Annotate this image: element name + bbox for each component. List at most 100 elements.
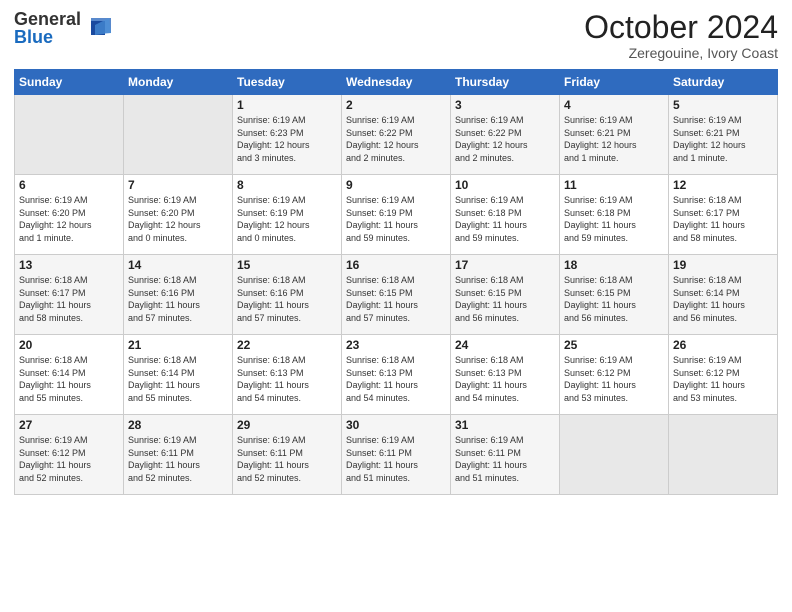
- day-number: 22: [237, 338, 337, 352]
- day-number: 3: [455, 98, 555, 112]
- calendar-cell: 23 Sunrise: 6:18 AM Sunset: 6:13 PM Dayli…: [342, 335, 451, 415]
- calendar-cell: 4 Sunrise: 6:19 AM Sunset: 6:21 PM Daylig…: [560, 95, 669, 175]
- day-number: 12: [673, 178, 773, 192]
- day-number: 4: [564, 98, 664, 112]
- day-info: Sunrise: 6:18 AM Sunset: 6:16 PM Dayligh…: [237, 274, 337, 324]
- day-info: Sunrise: 6:19 AM Sunset: 6:12 PM Dayligh…: [673, 354, 773, 404]
- day-number: 6: [19, 178, 119, 192]
- calendar-week-row: 6 Sunrise: 6:19 AM Sunset: 6:20 PM Daylig…: [15, 175, 778, 255]
- calendar-cell: 27 Sunrise: 6:19 AM Sunset: 6:12 PM Dayli…: [15, 415, 124, 495]
- day-info: Sunrise: 6:18 AM Sunset: 6:14 PM Dayligh…: [673, 274, 773, 324]
- day-info: Sunrise: 6:18 AM Sunset: 6:15 PM Dayligh…: [564, 274, 664, 324]
- calendar-cell: 25Sunrise: 6:19 AM Sunset: 6:12 PM Dayli…: [560, 335, 669, 415]
- calendar-cell: 24Sunrise: 6:18 AM Sunset: 6:13 PM Dayli…: [451, 335, 560, 415]
- day-number: 23: [346, 338, 446, 352]
- day-number: 31: [455, 418, 555, 432]
- day-info: Sunrise: 6:18 AM Sunset: 6:15 PM Dayligh…: [455, 274, 555, 324]
- calendar-cell: 17 Sunrise: 6:18 AM Sunset: 6:15 PM Dayli…: [451, 255, 560, 335]
- calendar-header-row: Sunday Monday Tuesday Wednesday Thursday…: [15, 70, 778, 95]
- day-number: 9: [346, 178, 446, 192]
- calendar-cell: 22 Sunrise: 6:18 AM Sunset: 6:13 PM Dayli…: [233, 335, 342, 415]
- calendar-cell: 15 Sunrise: 6:18 AM Sunset: 6:16 PM Dayli…: [233, 255, 342, 335]
- day-info: Sunrise: 6:19 AM Sunset: 6:19 PM Dayligh…: [237, 194, 337, 244]
- day-info: Sunrise: 6:19 AM Sunset: 6:19 PM Dayligh…: [346, 194, 446, 244]
- logo-general: General: [14, 10, 81, 28]
- day-info: Sunrise: 6:18 AM Sunset: 6:16 PM Dayligh…: [128, 274, 228, 324]
- day-info: Sunrise: 6:19 AM Sunset: 6:11 PM Dayligh…: [346, 434, 446, 484]
- day-info: Sunrise: 6:18 AM Sunset: 6:14 PM Dayligh…: [19, 354, 119, 404]
- day-number: 16: [346, 258, 446, 272]
- col-tuesday: Tuesday: [233, 70, 342, 95]
- day-info: Sunrise: 6:19 AM Sunset: 6:22 PM Dayligh…: [346, 114, 446, 164]
- calendar-cell: 26 Sunrise: 6:19 AM Sunset: 6:12 PM Dayli…: [669, 335, 778, 415]
- page: General Blue October 2024 Zeregouine, Iv…: [0, 0, 792, 612]
- calendar-week-row: 1 Sunrise: 6:19 AM Sunset: 6:23 PM Daylig…: [15, 95, 778, 175]
- calendar-cell: 6 Sunrise: 6:19 AM Sunset: 6:20 PM Daylig…: [15, 175, 124, 255]
- calendar-cell: [124, 95, 233, 175]
- month-title: October 2024: [584, 10, 778, 45]
- calendar-cell: 29 Sunrise: 6:19 AM Sunset: 6:11 PM Dayli…: [233, 415, 342, 495]
- day-number: 15: [237, 258, 337, 272]
- calendar-cell: [669, 415, 778, 495]
- day-number: 5: [673, 98, 773, 112]
- day-info: Sunrise: 6:19 AM Sunset: 6:12 PM Dayligh…: [19, 434, 119, 484]
- day-number: 10: [455, 178, 555, 192]
- calendar-cell: 18 Sunrise: 6:18 AM Sunset: 6:15 PM Dayli…: [560, 255, 669, 335]
- day-number: 14: [128, 258, 228, 272]
- day-info: Sunrise: 6:19 AM Sunset: 6:21 PM Dayligh…: [564, 114, 664, 164]
- day-info: Sunrise: 6:19 AM Sunset: 6:11 PM Dayligh…: [237, 434, 337, 484]
- day-info: Sunrise: 6:19 AM Sunset: 6:18 PM Dayligh…: [455, 194, 555, 244]
- day-number: 2: [346, 98, 446, 112]
- day-number: 21: [128, 338, 228, 352]
- calendar-week-row: 20Sunrise: 6:18 AM Sunset: 6:14 PM Dayli…: [15, 335, 778, 415]
- day-number: 28: [128, 418, 228, 432]
- calendar-cell: 30 Sunrise: 6:19 AM Sunset: 6:11 PM Dayli…: [342, 415, 451, 495]
- day-info: Sunrise: 6:19 AM Sunset: 6:11 PM Dayligh…: [455, 434, 555, 484]
- day-number: 26: [673, 338, 773, 352]
- calendar-cell: [560, 415, 669, 495]
- col-monday: Monday: [124, 70, 233, 95]
- logo-blue: Blue: [14, 28, 81, 46]
- calendar-cell: 8 Sunrise: 6:19 AM Sunset: 6:19 PM Daylig…: [233, 175, 342, 255]
- calendar-cell: 1 Sunrise: 6:19 AM Sunset: 6:23 PM Daylig…: [233, 95, 342, 175]
- day-number: 7: [128, 178, 228, 192]
- day-info: Sunrise: 6:19 AM Sunset: 6:18 PM Dayligh…: [564, 194, 664, 244]
- calendar-cell: 7 Sunrise: 6:19 AM Sunset: 6:20 PM Daylig…: [124, 175, 233, 255]
- calendar-table: Sunday Monday Tuesday Wednesday Thursday…: [14, 69, 778, 495]
- day-number: 1: [237, 98, 337, 112]
- title-block: October 2024 Zeregouine, Ivory Coast: [584, 10, 778, 61]
- header: General Blue October 2024 Zeregouine, Iv…: [14, 10, 778, 61]
- calendar-cell: 19Sunrise: 6:18 AM Sunset: 6:14 PM Dayli…: [669, 255, 778, 335]
- location: Zeregouine, Ivory Coast: [584, 45, 778, 61]
- day-info: Sunrise: 6:19 AM Sunset: 6:20 PM Dayligh…: [128, 194, 228, 244]
- calendar-cell: 9 Sunrise: 6:19 AM Sunset: 6:19 PM Daylig…: [342, 175, 451, 255]
- col-wednesday: Wednesday: [342, 70, 451, 95]
- day-info: Sunrise: 6:18 AM Sunset: 6:14 PM Dayligh…: [128, 354, 228, 404]
- day-info: Sunrise: 6:19 AM Sunset: 6:23 PM Dayligh…: [237, 114, 337, 164]
- day-info: Sunrise: 6:18 AM Sunset: 6:17 PM Dayligh…: [19, 274, 119, 324]
- calendar-week-row: 27 Sunrise: 6:19 AM Sunset: 6:12 PM Dayli…: [15, 415, 778, 495]
- calendar-cell: 31 Sunrise: 6:19 AM Sunset: 6:11 PM Dayli…: [451, 415, 560, 495]
- day-info: Sunrise: 6:18 AM Sunset: 6:13 PM Dayligh…: [455, 354, 555, 404]
- day-number: 29: [237, 418, 337, 432]
- day-number: 8: [237, 178, 337, 192]
- day-info: Sunrise: 6:18 AM Sunset: 6:15 PM Dayligh…: [346, 274, 446, 324]
- day-number: 17: [455, 258, 555, 272]
- day-info: Sunrise: 6:19 AM Sunset: 6:12 PM Dayligh…: [564, 354, 664, 404]
- calendar-cell: [15, 95, 124, 175]
- day-info: Sunrise: 6:18 AM Sunset: 6:13 PM Dayligh…: [237, 354, 337, 404]
- calendar-cell: 21 Sunrise: 6:18 AM Sunset: 6:14 PM Dayli…: [124, 335, 233, 415]
- day-info: Sunrise: 6:19 AM Sunset: 6:20 PM Dayligh…: [19, 194, 119, 244]
- day-number: 27: [19, 418, 119, 432]
- calendar-cell: 16 Sunrise: 6:18 AM Sunset: 6:15 PM Dayli…: [342, 255, 451, 335]
- day-number: 30: [346, 418, 446, 432]
- col-thursday: Thursday: [451, 70, 560, 95]
- calendar-cell: 3Sunrise: 6:19 AM Sunset: 6:22 PM Daylig…: [451, 95, 560, 175]
- day-info: Sunrise: 6:18 AM Sunset: 6:17 PM Dayligh…: [673, 194, 773, 244]
- calendar-cell: 14 Sunrise: 6:18 AM Sunset: 6:16 PM Dayli…: [124, 255, 233, 335]
- day-info: Sunrise: 6:18 AM Sunset: 6:13 PM Dayligh…: [346, 354, 446, 404]
- day-info: Sunrise: 6:19 AM Sunset: 6:21 PM Dayligh…: [673, 114, 773, 164]
- calendar-cell: 5 Sunrise: 6:19 AM Sunset: 6:21 PM Daylig…: [669, 95, 778, 175]
- day-number: 18: [564, 258, 664, 272]
- calendar-cell: 28Sunrise: 6:19 AM Sunset: 6:11 PM Dayli…: [124, 415, 233, 495]
